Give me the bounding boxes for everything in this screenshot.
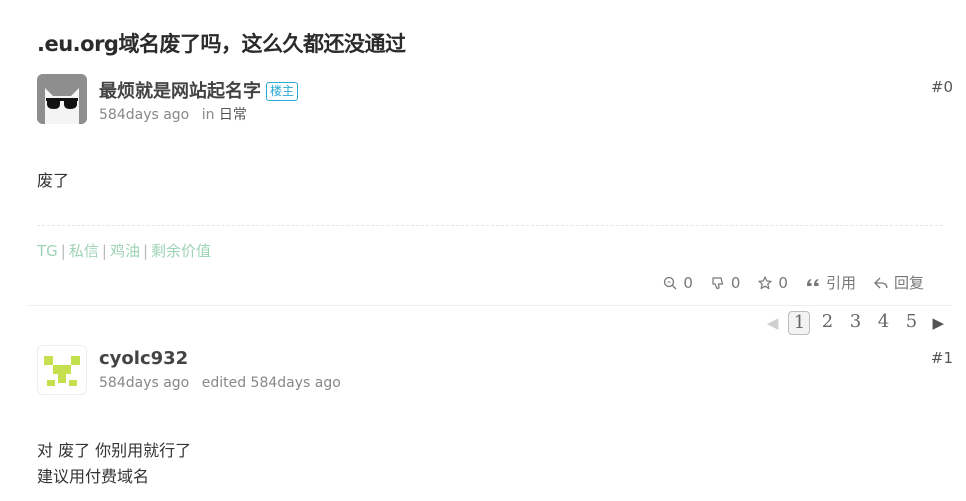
signature-separator: | bbox=[60, 242, 66, 260]
post-meta: 584days ago edited 584days ago bbox=[99, 375, 341, 391]
star-button[interactable]: 0 bbox=[758, 272, 788, 293]
post-separator bbox=[27, 305, 951, 306]
signature-link-tg[interactable]: TG bbox=[37, 242, 58, 260]
page-1[interactable]: 1 bbox=[788, 311, 811, 335]
author-name[interactable]: cyolc932 bbox=[99, 348, 188, 369]
like-count: 0 bbox=[683, 273, 693, 292]
prev-page-icon[interactable]: ◀ bbox=[763, 314, 783, 332]
signature-separator: | bbox=[142, 242, 149, 260]
pagination: ◀ 1 2 3 4 5 ▶ bbox=[763, 311, 948, 335]
post-content: 对 废了 你别用就行了 建议用付费域名 bbox=[37, 438, 953, 490]
signature-link-residual-value[interactable]: 剩余价值 bbox=[151, 242, 211, 260]
signature-separator: | bbox=[101, 242, 107, 260]
like-icon bbox=[664, 276, 677, 289]
page-4[interactable]: 4 bbox=[872, 311, 894, 335]
floor-number[interactable]: #1 bbox=[931, 349, 953, 367]
reply-button[interactable]: 回复 bbox=[874, 272, 924, 293]
next-page-icon[interactable]: ▶ bbox=[928, 314, 948, 332]
signature: TG | 私信 | 鸡油 | 剩余价值 bbox=[37, 240, 211, 261]
author-name-text[interactable]: 最烦就是网站起名字 bbox=[99, 81, 261, 102]
post-meta: 584days ago in 日常 bbox=[99, 104, 247, 124]
dislike-count: 0 bbox=[730, 273, 741, 292]
post-header: 最烦就是网站起名字 楼主 584days ago in 日常 #0 bbox=[37, 74, 953, 126]
quote-label: 引用 bbox=[825, 274, 856, 292]
avatar[interactable] bbox=[37, 345, 87, 395]
topic-title: .eu.org域名废了吗，这么久都还没通过 bbox=[37, 32, 406, 56]
author-name[interactable]: 最烦就是网站起名字 楼主 bbox=[99, 77, 299, 103]
post-0: 最烦就是网站起名字 楼主 584days ago in 日常 #0 废了 bbox=[37, 74, 953, 194]
signature-divider bbox=[37, 225, 943, 226]
post-header: cyolc932 584days ago edited 584days ago … bbox=[37, 345, 953, 397]
floor-number[interactable]: #0 bbox=[931, 78, 953, 96]
in-label: in bbox=[201, 107, 215, 123]
star-icon bbox=[758, 275, 773, 289]
dislike-button[interactable]: 0 bbox=[711, 272, 741, 293]
star-count: 0 bbox=[778, 273, 788, 292]
like-button[interactable]: 0 bbox=[663, 272, 693, 293]
post-actions: 0 0 0 引用 回复 bbox=[663, 272, 924, 293]
thumbs-down-icon bbox=[712, 276, 723, 289]
page-2[interactable]: 2 bbox=[816, 311, 838, 335]
node-link[interactable]: 日常 bbox=[219, 107, 247, 123]
op-badge: 楼主 bbox=[266, 82, 299, 101]
post-time: 584days ago bbox=[99, 107, 190, 123]
signature-link-message[interactable]: 私信 bbox=[69, 242, 99, 260]
post-content: 废了 bbox=[37, 171, 70, 190]
cat-sunglasses-avatar-icon bbox=[37, 74, 87, 124]
edited-time: edited 584days ago bbox=[201, 375, 341, 391]
page-3[interactable]: 3 bbox=[844, 311, 866, 335]
signature-link-points[interactable]: 鸡油 bbox=[110, 242, 140, 260]
content-line: 建议用付费域名 bbox=[37, 467, 150, 486]
page-5[interactable]: 5 bbox=[900, 311, 922, 335]
post-1: cyolc932 584days ago edited 584days ago … bbox=[37, 345, 953, 490]
quote-icon bbox=[806, 278, 819, 286]
identicon-avatar-icon bbox=[38, 346, 86, 394]
post-time: 584days ago bbox=[99, 375, 190, 391]
quote-button[interactable]: 引用 bbox=[806, 272, 856, 293]
content-line: 对 废了 你别用就行了 bbox=[37, 441, 192, 460]
avatar[interactable] bbox=[37, 74, 87, 124]
reply-icon bbox=[874, 277, 888, 288]
reply-label: 回复 bbox=[893, 274, 924, 292]
